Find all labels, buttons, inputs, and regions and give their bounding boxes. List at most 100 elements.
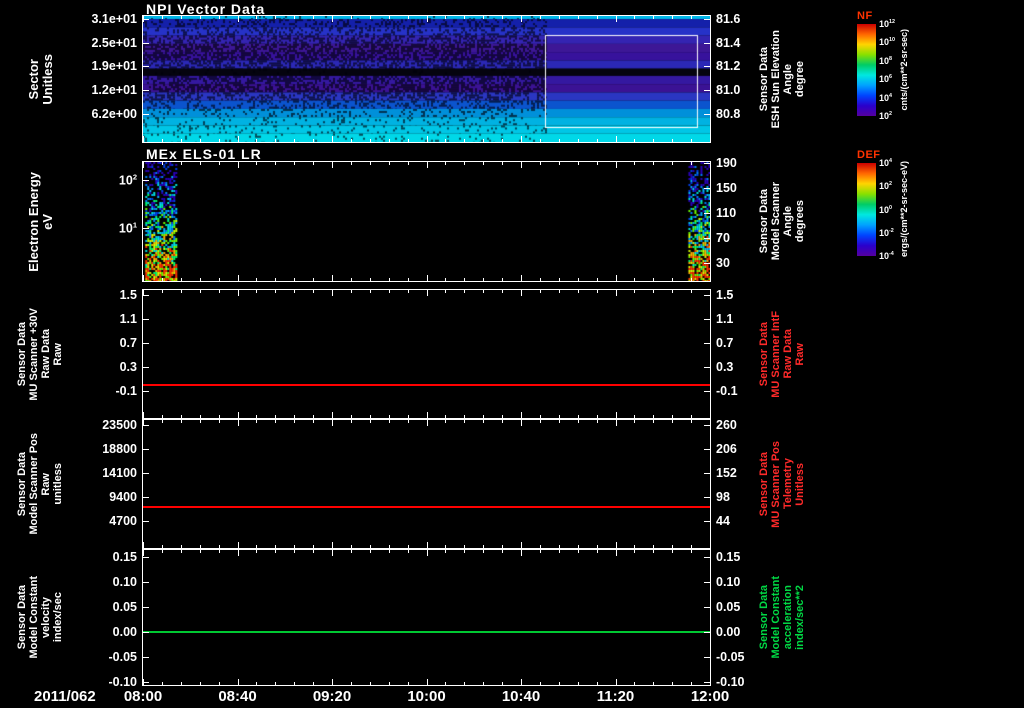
x-tick-mark [521,136,522,142]
x-tick-mark [256,415,257,418]
y-axis-tick-label: 1.5 [120,288,137,302]
x-tick-mark [597,550,598,553]
x-tick-mark [464,415,465,418]
y-tick-mark [143,521,149,522]
exponent: 12 [889,19,895,25]
axis-label-line: Unitless [41,54,54,105]
x-tick-mark [408,139,409,142]
x-tick-mark [483,550,484,553]
y-axis-tick-label-right: 0.10 [716,575,740,589]
x-tick-mark [294,278,295,281]
y-tick-mark [704,163,710,164]
x-tick-mark [219,278,220,281]
x-tick-mark [238,412,239,418]
y-axis-tick-label-right: 81.4 [716,36,740,50]
y-tick-mark [704,263,710,264]
x-tick-mark [540,545,541,548]
x-tick-mark [483,16,484,19]
x-tick-mark [256,550,257,553]
y-tick-mark [143,557,149,558]
x-tick-mark [351,550,352,553]
y-axis-tick-label-right: -0.1 [716,384,738,398]
panel-3-plot-box [142,289,711,419]
x-tick-mark [521,412,522,418]
y-tick-mark [704,319,710,320]
x-tick-mark [200,420,201,423]
y-axis-tick-label-right: 1.5 [716,288,733,302]
x-tick-mark [597,290,598,293]
x-tick-mark [332,412,333,418]
y-axis-tick-label-right: 70 [716,231,730,245]
x-tick-mark [445,545,446,548]
axis-label-line: index/sec [53,592,64,642]
x-tick-mark [445,16,446,19]
x-tick-mark [502,278,503,281]
x-tick-mark [672,550,673,553]
x-tick-mark [181,290,182,293]
x-tick-mark [162,139,163,142]
panel-4-left-axis-label: Sensor Data Model Scanner Pos Raw unitless [4,420,76,548]
x-tick-mark [559,290,560,293]
x-tick-mark [653,290,654,293]
axis-label-line: degree [795,61,806,97]
y-tick-mark [704,521,710,522]
axis-label-line: Sensor Data [17,452,28,516]
y-axis-tick-label: 101 [119,220,137,235]
x-tick-mark [540,420,541,423]
x-tick-mark [653,139,654,142]
x-tick-mark [370,420,371,423]
x-tick-mark [559,545,560,548]
x-tick-mark [275,415,276,418]
x-tick-mark [408,682,409,685]
x-tick-mark [294,290,295,293]
y-axis-tick-label-right: 44 [716,514,730,528]
x-tick-mark [634,550,635,553]
exponent: 1 [133,220,137,229]
y-axis-tick-label: 1.2e+01 [91,83,137,97]
y-axis-tick-label: 0.00 [113,625,137,639]
x-tick-mark [143,136,144,142]
y-tick-mark [704,557,710,558]
x-tick-mark [332,550,333,556]
colorbar-1-gradient [857,24,876,116]
x-tick-mark [275,16,276,19]
x-tick-mark [710,420,711,426]
x-tick-mark [294,682,295,685]
x-tick-mark [540,162,541,165]
x-tick-mark [597,278,598,281]
y-tick-mark [143,682,149,683]
x-tick-mark [143,542,144,548]
x-tick-mark [143,412,144,418]
x-tick-mark [464,139,465,142]
x-tick-mark [483,682,484,685]
x-tick-mark [181,550,182,553]
x-tick-mark [578,139,579,142]
y-axis-tick-label-right: 0.7 [716,336,733,350]
x-tick-mark [559,278,560,281]
axis-label-line: Angle [783,206,794,237]
x-tick-mark [540,550,541,553]
y-tick-mark [704,391,710,392]
y-tick-mark [704,90,710,91]
x-tick-mark [162,162,163,165]
x-tick-mark [408,415,409,418]
y-axis-tick-label-right: 152 [716,466,737,480]
y-tick-mark [704,473,710,474]
x-tick-mark [294,16,295,19]
x-tick-mark [200,139,201,142]
x-tick-mark [427,136,428,142]
x-tick-mark [275,550,276,553]
panel-1-right-axis-label: Sensor Data ESH Sun Elevation Angle degree [752,16,812,142]
x-tick-mark [521,679,522,685]
y-axis-tick-label: -0.1 [115,384,137,398]
y-axis-tick-label-right: 190 [716,156,737,170]
x-tick-mark [540,682,541,685]
axis-label-line: Sensor Data [759,47,770,111]
science-plot-figure: NPI Vector Data MEx ELS-01 LR 3.1e+01 2.5… [0,0,1024,708]
x-tick-mark [389,420,390,423]
x-tick-mark [143,162,144,168]
colorbar-tick-label: 1010 [879,37,895,47]
x-tick-mark [181,682,182,685]
colorbar-units-text: ergs/(cm**2-sr-sec-eV) [899,161,909,257]
y-axis-tick-label-right: 81.2 [716,59,740,73]
